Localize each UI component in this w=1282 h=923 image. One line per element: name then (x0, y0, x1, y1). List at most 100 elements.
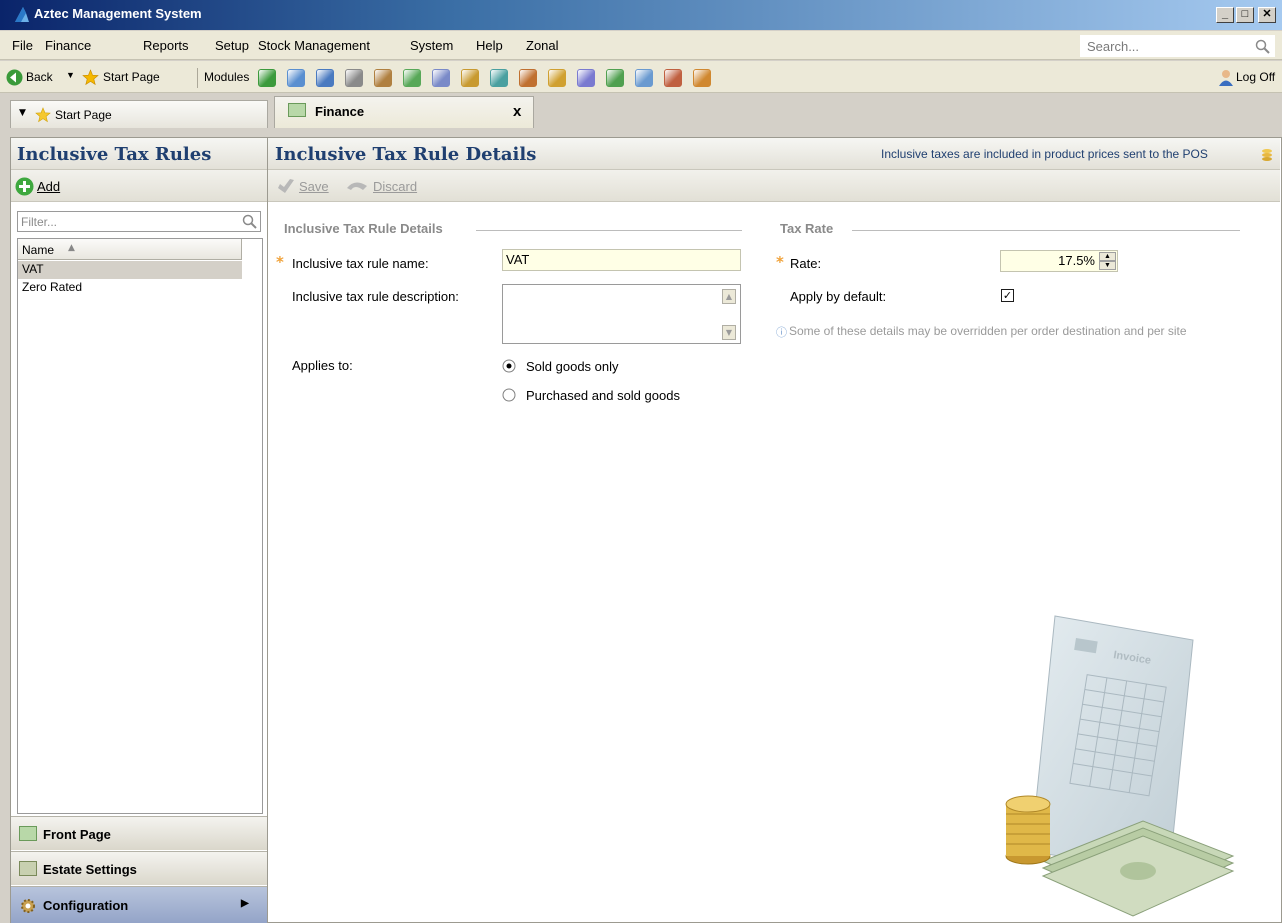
section-divider (852, 230, 1240, 231)
menu-stock-management[interactable]: Stock Management (258, 38, 370, 53)
menu-zonal[interactable]: Zonal (526, 38, 559, 53)
transfer-module-icon[interactable] (606, 69, 624, 87)
sort-ascending-icon: ▲ (68, 243, 75, 253)
discard-button[interactable]: Discard (373, 179, 417, 194)
maximize-button[interactable]: □ (1236, 7, 1254, 23)
close-window-button[interactable]: ✕ (1258, 7, 1276, 23)
search-input[interactable]: Search... (1080, 35, 1275, 57)
log-off-icon[interactable] (1217, 69, 1235, 87)
ordering-module-icon[interactable] (461, 69, 479, 87)
name-column-header[interactable]: Name ▲ (18, 239, 242, 260)
list-item-label: VAT (22, 262, 44, 276)
option-both-label[interactable]: Purchased and sold goods (526, 388, 680, 403)
section-divider (476, 230, 742, 231)
tab-start-page-label: Start Page (55, 108, 112, 122)
search-icon[interactable] (1255, 39, 1270, 54)
list-item[interactable]: VAT (18, 261, 242, 279)
back-dropdown-icon[interactable]: ▼ (66, 70, 75, 80)
toolbar: Back ▼ Start Page Modules Log Off (0, 61, 1282, 93)
menu-file[interactable]: File (12, 38, 33, 53)
add-button[interactable]: Add (37, 179, 60, 194)
scroll-up-icon[interactable]: ▲ (722, 289, 736, 304)
override-note: Some of these details may be overridden … (789, 324, 1187, 338)
name-label: Inclusive tax rule name: (292, 256, 429, 271)
left-pane: Inclusive Tax Rules Add Filter... Name ▲… (10, 137, 268, 923)
tab-start-page[interactable]: ▼ Start Page (10, 100, 268, 128)
printing-module-icon[interactable] (577, 69, 595, 87)
discard-icon (347, 182, 367, 190)
nav-estate-settings-label: Estate Settings (43, 862, 137, 877)
name-input-value: VAT (506, 252, 530, 267)
window-title: Aztec Management System (34, 6, 202, 21)
required-marker: * (776, 253, 784, 271)
tab-dropdown-icon[interactable]: ▼ (19, 108, 26, 118)
menu-system[interactable]: System (410, 38, 453, 53)
menu-help[interactable]: Help (476, 38, 503, 53)
rate-label: Rate: (790, 256, 822, 271)
option-sold-label[interactable]: Sold goods only (526, 359, 619, 374)
detail-toolbar: Save Discard (268, 170, 1280, 202)
back-button[interactable]: Back (26, 70, 53, 84)
back-arrow-icon[interactable] (6, 69, 23, 86)
star-icon (82, 69, 99, 86)
log-off-button[interactable]: Log Off (1236, 70, 1275, 84)
section-details-header: Inclusive Tax Rule Details (284, 221, 443, 236)
module-icons (258, 61, 738, 93)
recipes-module-icon[interactable] (693, 69, 711, 87)
rate-value: 17.5% (1058, 253, 1095, 268)
pricing-module-icon[interactable] (403, 69, 421, 87)
delivery-module-icon[interactable] (519, 69, 537, 87)
nav-front-page[interactable]: Front Page (11, 816, 267, 850)
stock-module-icon[interactable] (316, 69, 334, 87)
tab-finance[interactable]: Finance x (274, 96, 534, 128)
chevron-right-icon: ▶ (241, 898, 249, 909)
apply-default-checkbox[interactable]: ✓ (1001, 289, 1014, 302)
save-button[interactable]: Save (299, 179, 329, 194)
required-marker: * (276, 253, 284, 271)
list-item[interactable]: Zero Rated (18, 279, 242, 297)
right-pane-header: Inclusive Tax Rule Details Inclusive tax… (268, 138, 1280, 170)
scroll-down-icon[interactable]: ▼ (722, 325, 736, 340)
title-bar: Aztec Management System _ □ ✕ (0, 0, 1282, 30)
menu-finance[interactable]: Finance (45, 38, 91, 53)
spin-up-icon[interactable]: ▲ (1099, 252, 1116, 261)
app-icon (15, 7, 29, 22)
description-label: Inclusive tax rule description: (292, 289, 459, 304)
start-page-button[interactable]: Start Page (103, 70, 160, 84)
list-item-label: Zero Rated (22, 280, 83, 294)
right-pane: Inclusive Tax Rule Details Inclusive tax… (268, 137, 1282, 923)
tab-close-icon[interactable]: x (513, 103, 521, 120)
left-pane-header: Inclusive Tax Rules (11, 138, 267, 170)
setup-module-icon[interactable] (345, 69, 363, 87)
menu-setup[interactable]: Setup (215, 38, 249, 53)
menu-reports[interactable]: Reports (143, 38, 189, 53)
spin-down-icon[interactable]: ▼ (1099, 261, 1116, 270)
suppliers-module-icon[interactable] (664, 69, 682, 87)
name-input[interactable]: VAT (502, 249, 741, 271)
radio-purchased-sold-goods[interactable] (502, 388, 516, 402)
add-icon[interactable] (15, 177, 34, 196)
pos-info-text: Inclusive taxes are included in product … (881, 147, 1208, 161)
toolbar-divider (197, 68, 198, 88)
finance-module-icon[interactable] (258, 69, 276, 87)
nav-estate-settings[interactable]: Estate Settings (11, 851, 267, 885)
minimize-button[interactable]: _ (1216, 7, 1234, 23)
reports-module-icon[interactable] (287, 69, 305, 87)
left-pane-title: Inclusive Tax Rules (17, 144, 212, 165)
left-toolbar: Add (11, 170, 267, 202)
products-module-icon[interactable] (432, 69, 450, 87)
tab-finance-label: Finance (315, 104, 365, 119)
waste-module-icon[interactable] (490, 69, 508, 87)
system-module-icon[interactable] (374, 69, 392, 87)
applies-to-label: Applies to: (292, 358, 353, 373)
radio-sold-goods[interactable] (502, 359, 516, 373)
save-icon (278, 179, 294, 193)
filter-input[interactable]: Filter... (17, 211, 261, 232)
search-icon (242, 214, 257, 229)
front-page-icon (19, 826, 37, 841)
analysis-module-icon[interactable] (635, 69, 653, 87)
promotions-module-icon[interactable] (548, 69, 566, 87)
rate-spinner[interactable]: 17.5% ▲ ▼ (1000, 250, 1118, 272)
description-textarea[interactable]: ▲ ▼ (502, 284, 741, 344)
nav-configuration[interactable]: Configuration ▶ (11, 886, 267, 923)
